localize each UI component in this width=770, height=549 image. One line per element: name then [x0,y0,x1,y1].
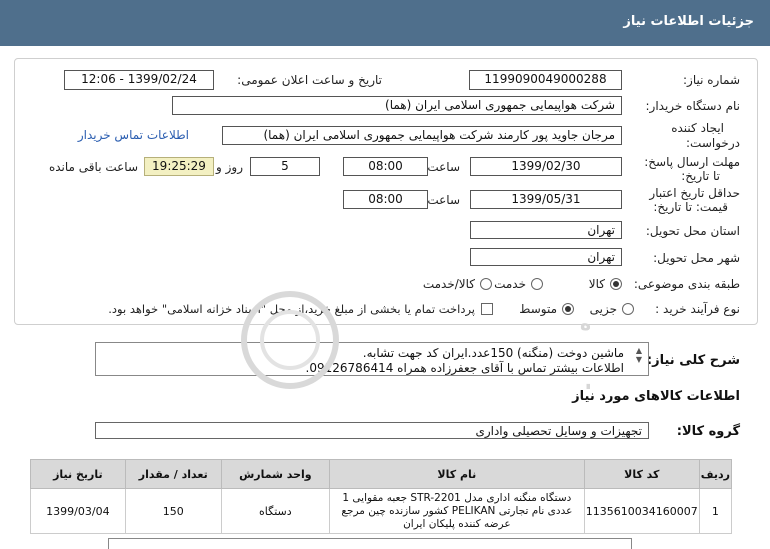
category-option-goods: کالا [588,277,605,291]
validity-time-label: ساعت [427,193,460,207]
goods-group-label: گروه کالا: [676,424,740,439]
deadline-days-field[interactable]: 5 [250,157,320,176]
category-option-service: خدمت [494,277,526,291]
deadline-time-label: ساعت [427,160,460,174]
cell-row: 1 [698,488,733,534]
page-title: جزئیات اطلاعات نیاز [623,14,754,29]
description-label: شرح کلی نیاز: [646,353,740,368]
col-name: نام کالا [328,459,585,489]
category-radio-both[interactable] [480,278,492,290]
remaining-label: ساعت باقی مانده [48,160,138,174]
category-radio-goods[interactable] [610,278,622,290]
table-row[interactable]: 1 1135610034160007 دستگاه منگنه اداری مد… [30,488,733,534]
deadline-label-2: تا تاریخ: [681,169,720,183]
col-qty: تعداد / مقدار [124,459,222,489]
description-textarea[interactable]: ماشین دوخت (منگنه) 150عدد.ایران کد جهت ت… [95,342,649,376]
need-number-field[interactable]: 1199090049000288 [469,70,622,90]
cell-name: دستگاه منگنه اداری مدل STR-2201 جعبه مقو… [328,488,585,534]
goods-table: ردیف کد کالا نام کالا واحد شمارش تعداد /… [30,459,733,534]
col-row: ردیف [698,459,733,489]
province-label: استان محل تحویل: [645,224,740,238]
city-field[interactable]: تهران [470,248,622,266]
category-label: طبقه بندی موضوعی: [633,277,740,291]
remaining-time-field: 19:25:29 [144,157,214,176]
process-option-minor: جزیی [589,302,617,316]
validity-label-1: حداقل تاریخ اعتبار [649,186,740,200]
description-line-1: ماشین دوخت (منگنه) 150عدد.ایران کد جهت ت… [362,346,624,360]
validity-time-field[interactable]: 08:00 [343,190,428,209]
col-unit: واحد شمارش [220,459,330,489]
buyer-field[interactable]: شرکت هواپیمایی جمهوری اسلامی ایران (هما) [172,96,622,115]
process-radio-minor[interactable] [622,303,634,315]
deadline-label-1: مهلت ارسال پاسخ: [644,155,740,169]
goods-table-header: ردیف کد کالا نام کالا واحد شمارش تعداد /… [30,459,733,489]
creator-label-2: درخواست: [686,136,740,150]
province-field[interactable]: تهران [470,221,622,239]
creator-label-1: ایجاد کننده [671,121,724,135]
goods-group-field[interactable]: تجهیزات و وسایل تحصیلی واداری [95,422,649,439]
cell-date: 1399/03/04 [30,488,126,534]
process-label: نوع فرآیند خرید : [655,302,740,316]
treasury-checkbox[interactable] [481,303,493,315]
col-code: کد کالا [583,459,700,489]
deadline-time-field[interactable]: 08:00 [343,157,428,176]
validity-date-field[interactable]: 1399/05/31 [470,190,622,209]
category-radio-service[interactable] [531,278,543,290]
buyer-label: نام دستگاه خریدار: [645,99,741,113]
cell-code: 1135610034160007 [583,488,700,534]
announce-label: تاریخ و ساعت اعلان عمومی: [237,73,382,87]
next-field-partial [108,538,632,549]
category-option-both: کالا/خدمت [422,277,475,291]
treasury-checkbox-label: پرداخت تمام یا بخشی از مبلغ خرید،از محل … [108,302,475,316]
buyer-contact-link[interactable]: اطلاعات تماس خریدار [78,128,189,142]
announce-field[interactable]: 1399/02/24 - 12:06 [64,70,214,90]
title-bar: جزئیات اطلاعات نیاز [0,0,770,46]
description-line-2: اطلاعات بیشتر تماس با آقای جعفرزاده همرا… [305,361,624,375]
need-number-label: شماره نیاز: [683,73,740,87]
cell-unit: دستگاه [220,488,330,534]
description-scroll[interactable]: ▲ ▼ [634,346,644,372]
deadline-days-label: روز و [216,160,243,174]
cell-qty: 150 [124,488,222,534]
goods-info-title: اطلاعات کالاهای مورد نیاز [572,389,740,404]
validity-label-2: قیمت: تا تاریخ: [653,200,728,214]
city-label: شهر محل تحویل: [653,251,740,265]
deadline-date-field[interactable]: 1399/02/30 [470,157,622,176]
process-option-medium: متوسط [519,302,557,316]
col-date: تاریخ نیاز [30,459,126,489]
process-radio-medium[interactable] [562,303,574,315]
creator-field[interactable]: مرجان جاوید پور کارمند شرکت هواپیمایی جم… [222,126,622,145]
